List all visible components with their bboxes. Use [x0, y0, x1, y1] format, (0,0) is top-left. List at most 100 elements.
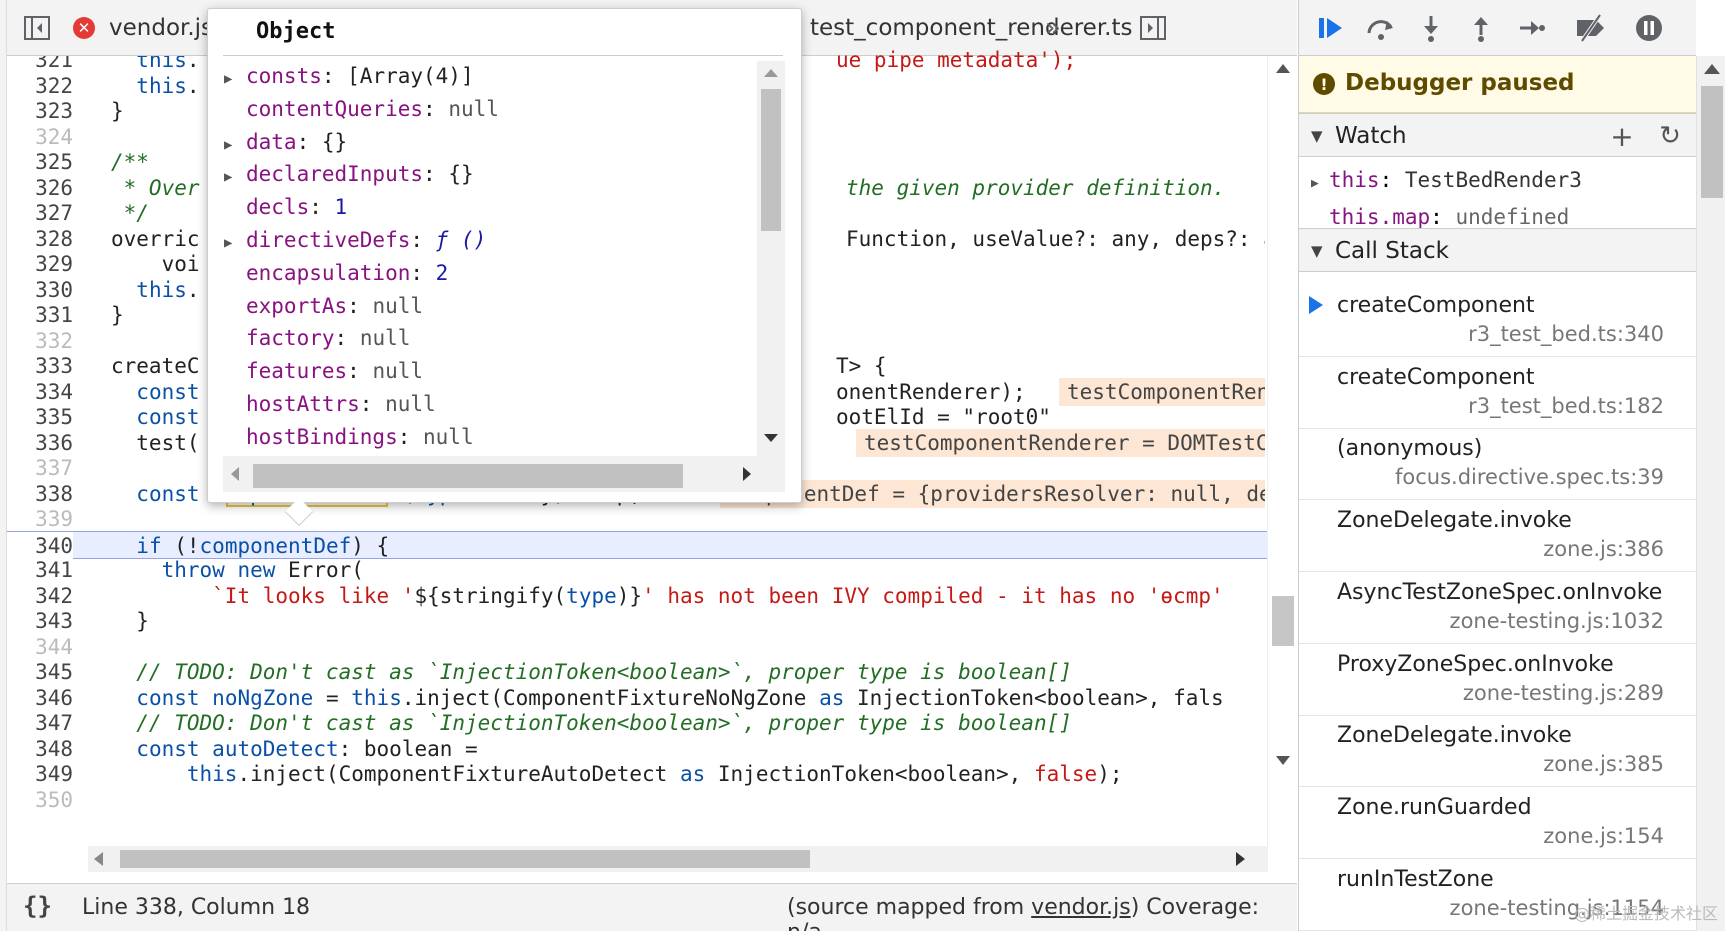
line-number[interactable]: 322	[7, 72, 73, 100]
call-frame[interactable]: ZoneDelegate.invoke zone.js:386	[1299, 500, 1696, 573]
line-number[interactable]: 336	[7, 429, 73, 457]
object-property[interactable]: hostAttrs: null	[224, 389, 436, 419]
scroll-down-arrow[interactable]	[1276, 756, 1290, 765]
watch-item[interactable]: ▶ this: TestBedRender3	[1311, 160, 1582, 200]
call-frame[interactable]: createComponent r3_test_bed.ts:340	[1299, 285, 1696, 357]
line-number[interactable]: 333	[7, 352, 73, 380]
code-line[interactable]: 341 throw new Error(	[7, 556, 1267, 584]
line-number[interactable]: 328	[7, 225, 73, 253]
line-number[interactable]: 334	[7, 378, 73, 406]
step-out-icon[interactable]	[1463, 10, 1499, 46]
frame-location[interactable]: zone.js:386	[1543, 537, 1664, 561]
call-frame[interactable]: Zone.runGuarded zone.js:154	[1299, 787, 1696, 859]
tab-vendor-js[interactable]: ✕ vendor.js	[73, 8, 213, 48]
code-line[interactable]: 344	[7, 633, 1267, 661]
line-number[interactable]: 342	[7, 582, 73, 610]
popover-scroll-down[interactable]	[764, 434, 778, 442]
source-file-link[interactable]: vendor.js	[1031, 895, 1131, 920]
code-line[interactable]: 339	[7, 505, 1267, 533]
scroll-right-arrow[interactable]	[1236, 852, 1245, 866]
line-number[interactable]: 348	[7, 735, 73, 763]
line-number[interactable]: 335	[7, 403, 73, 431]
object-property[interactable]: ▶ data: {}	[224, 127, 347, 157]
popover-horizontal-scrollbar[interactable]	[223, 456, 785, 492]
code-line[interactable]: 345 // TODO: Don't cast as `InjectionTok…	[7, 658, 1267, 686]
pause-on-exceptions-icon[interactable]	[1631, 10, 1667, 46]
step-into-icon[interactable]	[1413, 10, 1449, 46]
popover-scroll-up[interactable]	[764, 69, 778, 77]
line-number[interactable]: 331	[7, 301, 73, 329]
editor-vertical-scrollbar[interactable]	[1267, 56, 1297, 856]
line-number[interactable]: 324	[7, 123, 73, 151]
watch-section-header[interactable]: ▼ Watch + ↻	[1299, 113, 1696, 157]
frame-location[interactable]: zone.js:385	[1543, 752, 1664, 776]
line-number[interactable]: 325	[7, 148, 73, 176]
call-frame[interactable]: ZoneDelegate.invoke zone.js:385	[1299, 715, 1696, 788]
frame-location[interactable]: zone-testing.js:289	[1463, 681, 1664, 705]
popover-horizontal-thumb[interactable]	[253, 464, 683, 488]
object-property[interactable]: encapsulation: 2	[224, 258, 448, 288]
sidebar-scrollbar[interactable]	[1696, 56, 1725, 931]
code-line[interactable]: 348 const autoDetect: boolean =	[7, 735, 1267, 763]
more-tabs-icon[interactable]: »	[1037, 12, 1069, 44]
line-number[interactable]: 350	[7, 786, 73, 814]
object-property[interactable]: ▶ consts: [Array(4)]	[224, 61, 474, 91]
frame-location[interactable]: zone.js:154	[1543, 824, 1664, 848]
deactivate-breakpoints-icon[interactable]	[1573, 10, 1609, 46]
frame-location[interactable]: r3_test_bed.ts:182	[1468, 394, 1664, 418]
expand-triangle-icon[interactable]: ▶	[224, 228, 246, 258]
scroll-up-arrow[interactable]	[1276, 64, 1290, 73]
line-number[interactable]: 343	[7, 607, 73, 635]
step-over-icon[interactable]	[1363, 10, 1399, 46]
code-line[interactable]: 350	[7, 786, 1267, 814]
expand-triangle-icon[interactable]: ▶	[224, 64, 246, 94]
sidebar-scroll-thumb[interactable]	[1701, 86, 1723, 198]
line-number[interactable]: 326	[7, 174, 73, 202]
object-property[interactable]: ▶ declaredInputs: {}	[224, 159, 474, 189]
object-property[interactable]: factory: null	[224, 323, 410, 353]
toggle-debugger-icon[interactable]	[1137, 12, 1169, 44]
code-line[interactable]: 349 this.inject(ComponentFixtureAutoDete…	[7, 760, 1267, 788]
code-line[interactable]: 342 `It looks like '${stringify(type)}' …	[7, 582, 1267, 610]
line-number[interactable]: 346	[7, 684, 73, 712]
object-property[interactable]: decls: 1	[224, 192, 347, 222]
line-number[interactable]: 339	[7, 505, 73, 533]
object-property[interactable]: exportAs: null	[224, 291, 423, 321]
scroll-left-arrow[interactable]	[94, 852, 103, 866]
step-icon[interactable]	[1513, 10, 1549, 46]
call-frame[interactable]: (anonymous) focus.directive.spec.ts:39	[1299, 428, 1696, 501]
popover-vertical-scrollbar[interactable]	[757, 61, 785, 456]
call-frame[interactable]: createComponent r3_test_bed.ts:182	[1299, 357, 1696, 429]
call-frame[interactable]: AsyncTestZoneSpec.onInvoke zone-testing.j…	[1299, 572, 1696, 644]
object-property[interactable]: features: null	[224, 356, 423, 386]
object-preview-popover[interactable]: Object ▶ consts: [Array(4)] contentQuerie…	[207, 8, 802, 527]
resume-icon[interactable]	[1313, 10, 1349, 46]
toggle-navigator-icon[interactable]	[21, 12, 53, 44]
frame-location[interactable]: zone-testing.js:1032	[1450, 609, 1664, 633]
line-number[interactable]: 341	[7, 556, 73, 584]
line-number[interactable]: 332	[7, 327, 73, 355]
code-line[interactable]: 343 }	[7, 607, 1267, 635]
expand-triangle-icon[interactable]: ▶	[224, 162, 246, 192]
object-property[interactable]: hostBindings: null	[224, 422, 474, 452]
line-number[interactable]: 345	[7, 658, 73, 686]
line-number[interactable]: 347	[7, 709, 73, 737]
line-number[interactable]: 327	[7, 199, 73, 227]
refresh-icon[interactable]: ↻	[1654, 120, 1686, 152]
popover-scroll-left[interactable]	[231, 467, 239, 481]
line-number[interactable]: 338	[7, 480, 73, 508]
line-number[interactable]: 330	[7, 276, 73, 304]
editor-vertical-thumb[interactable]	[1272, 596, 1294, 646]
line-number[interactable]: 344	[7, 633, 73, 661]
editor-horizontal-thumb[interactable]	[120, 850, 810, 868]
sidebar-scroll-up[interactable]	[1704, 64, 1720, 74]
popover-scroll-right[interactable]	[743, 467, 751, 481]
tab-test-component-renderer[interactable]: test_component_renderer.ts	[810, 8, 1132, 48]
line-number[interactable]: 329	[7, 250, 73, 278]
popover-vertical-thumb[interactable]	[761, 89, 781, 231]
object-property[interactable]: contentQueries: null	[224, 94, 499, 124]
object-property[interactable]: ▶ directiveDefs: ƒ ()	[224, 225, 486, 255]
expand-triangle-icon[interactable]: ▶	[224, 130, 246, 160]
pretty-print-button[interactable]: {}	[23, 892, 52, 920]
call-frame[interactable]: ProxyZoneSpec.onInvoke zone-testing.js:28…	[1299, 644, 1696, 716]
